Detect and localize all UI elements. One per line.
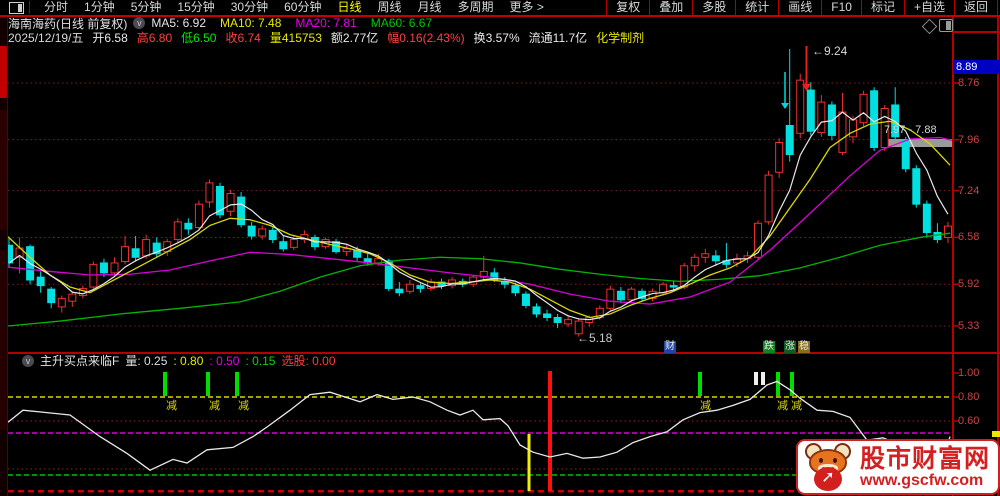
quote-field-0: 2025/12/19/五 (8, 30, 84, 45)
watermark-url: www.gscfw.com (860, 471, 984, 489)
indicator-header: v 主升买点来临F 量: 0.25 : 0.80 : 0.50 : 0.15 选股: 0… (8, 353, 948, 368)
quote-field-10: 化学制剂 (596, 30, 645, 45)
menu-item-6[interactable]: 日线 (329, 0, 369, 15)
main-chart-canvas[interactable] (0, 0, 1000, 496)
event-marker-1[interactable]: 跌 (763, 341, 775, 353)
indicator-axis-label-2: 0.60 (958, 415, 980, 427)
quote-field-4: 收6.74 (225, 30, 261, 45)
strip-segment[interactable] (0, 250, 7, 430)
menu-tool-2[interactable]: 多股 (692, 0, 735, 15)
event-marker-2[interactable]: 涨 (784, 341, 796, 353)
menu-tool-7[interactable]: +自选 (903, 0, 954, 15)
quote-field-6: 额2.77亿 (330, 30, 379, 45)
quote-field-3: 低6.50 (181, 30, 217, 45)
value-end-tick (992, 431, 1000, 437)
window-split-icon[interactable] (9, 1, 24, 14)
quote-field-2: 高6.80 (136, 30, 173, 45)
chevron-down-icon[interactable]: v (133, 17, 146, 29)
price-axis-label-3: 6.58 (958, 231, 980, 244)
menu-item-8[interactable]: 月线 (410, 0, 450, 15)
price-axis-label-1: 7.96 (958, 133, 980, 146)
menu-tool-8[interactable]: 返回 (953, 0, 998, 15)
indicator-param-4: 选股: 0.00 (281, 354, 336, 368)
menu-item-0[interactable]: 分时 (36, 0, 76, 15)
event-marker-0[interactable]: 财 (664, 341, 676, 353)
tools-menu: 复权 叠加 多股 统计 画线 F10 标记 +自选 返回 (606, 0, 998, 15)
menu-item-1[interactable]: 1分钟 (76, 0, 123, 15)
indicator-axis-label-1: 0.80 (958, 391, 980, 403)
watermark-title: 股市财富网 (860, 444, 991, 473)
menu-item-4[interactable]: 30分钟 (223, 0, 276, 15)
indicator-params: 量: 0.25 : 0.80 : 0.50 : 0.15 选股: 0.00 (125, 352, 341, 369)
jian-label-1: 减 (209, 400, 220, 412)
menu-tool-0[interactable]: 复权 (606, 0, 649, 15)
menu-item-7[interactable]: 周线 (369, 0, 409, 15)
current-price-badge: 8.89 (953, 60, 1000, 74)
chevron-down-icon[interactable]: v (22, 354, 34, 367)
indicator-axis-label-0: 1.00 (958, 367, 980, 379)
quote-info-bar: 2025/12/19/五 开6.58 高6.80 低6.50 收6.74 量415753 额… (8, 30, 998, 45)
indicator-param-0: 量: 0.25 (125, 354, 168, 368)
price-axis-label-2: 7.24 (958, 184, 980, 197)
indicator-param-3: : 0.15 (245, 354, 276, 368)
jian-label-2: 减 (238, 400, 249, 412)
menu-tool-1[interactable]: 叠加 (649, 0, 692, 15)
menu-item-9[interactable]: 多周期 (450, 0, 502, 15)
stock-chart-app: 分时 1分钟 5分钟 15分钟 30分钟 60分钟 日线 周线 月线 多周期 更多 > 复权 叠加 多股… (0, 0, 1000, 496)
indicator-param-2: : 0.50 (209, 354, 240, 368)
left-tool-strip[interactable] (0, 0, 8, 496)
jian-label-0: 减 (166, 400, 177, 412)
indicator-param-1: : 0.80 (173, 354, 204, 368)
strip-active-segment[interactable] (0, 46, 7, 98)
jian-label-4: 减 (777, 400, 788, 412)
quote-field-7: 幅0.16(2.43%) (387, 30, 465, 45)
bull-logo-icon: ➚ (802, 441, 854, 491)
strip-segment[interactable] (0, 110, 7, 230)
price-axis-label-5: 5.33 (958, 320, 980, 332)
event-marker-3[interactable]: 稳 (798, 341, 810, 353)
menu-tool-4[interactable]: 画线 (778, 0, 821, 15)
quote-field-9: 流通11.7亿 (528, 30, 588, 45)
border-axis (952, 15, 954, 496)
menu-tool-5[interactable]: F10 (821, 0, 861, 15)
menu-separator (29, 1, 30, 14)
period-menu: 分时 1分钟 5分钟 15分钟 30分钟 60分钟 日线 周线 月线 多周期 更多 > (36, 0, 552, 15)
low-annotation: ←5.18 (577, 331, 613, 345)
menu-item-10[interactable]: 更多 > (502, 0, 552, 15)
indicator-name[interactable]: 主升买点来临F (40, 352, 119, 369)
watermark: ➚ 股市财富网 www.gscfw.com (796, 439, 1000, 495)
menu-tool-6[interactable]: 标记 (860, 0, 904, 15)
quote-field-5: 量415753 (269, 30, 322, 45)
quote-field-1: 开6.58 (92, 30, 128, 45)
top-menu-bar: 分时 1分钟 5分钟 15分钟 30分钟 60分钟 日线 周线 月线 多周期 更多 > 复权 叠加 多股… (0, 0, 1000, 17)
menu-item-3[interactable]: 15分钟 (169, 0, 222, 15)
menu-item-2[interactable]: 5分钟 (123, 0, 170, 15)
high-annotation: ←9.24 (812, 44, 848, 58)
price-axis-label-4: 5.92 (958, 278, 980, 291)
jian-label-5: 减 (791, 400, 802, 412)
range-annotation: 7.97 - 7.88 (884, 124, 937, 136)
jian-label-3: 减 (700, 400, 711, 412)
price-axis-label-0: 8.76 (958, 77, 980, 89)
menu-item-5[interactable]: 60分钟 (276, 0, 329, 15)
quote-field-8: 换3.57% (473, 30, 520, 45)
menu-tool-3[interactable]: 统计 (735, 0, 778, 15)
